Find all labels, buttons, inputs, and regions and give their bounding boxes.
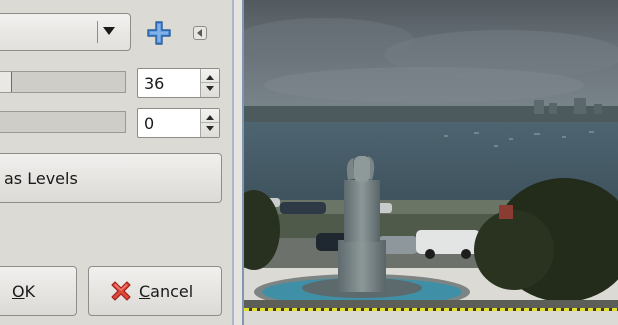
presets-combobox[interactable] [0,13,131,51]
image-preview [244,0,618,312]
spin-field-2-value[interactable]: 0 [144,114,154,133]
spin-down-icon[interactable] [206,86,214,91]
spin-field-2[interactable]: 0 [137,108,220,138]
spin-field-1-value[interactable]: 36 [144,74,164,93]
spin-field-2-buttons[interactable] [200,109,219,137]
spin-up-icon[interactable] [206,75,214,80]
spin-up-icon[interactable] [206,115,214,120]
preview-photo [244,0,618,312]
slider-1-trough[interactable] [0,71,126,93]
spin-field-1-buttons[interactable] [200,69,219,97]
cancel-label: Cancel [139,282,194,301]
ok-label: OK [12,282,36,301]
ok-button[interactable]: OK [0,266,77,316]
levels-dialog-window: 36 0 as Levels OK Cancel [0,0,618,325]
plus-icon[interactable] [146,20,172,46]
combo-separator [97,21,98,43]
spin-field-1[interactable]: 36 [137,68,220,98]
dialog-controls-panel: 36 0 as Levels OK Cancel [0,0,236,325]
edit-as-levels-button[interactable]: as Levels [0,153,222,203]
chevron-down-icon[interactable] [103,27,115,35]
slider-2-trough[interactable] [0,111,126,133]
triangle-left-icon[interactable] [193,26,207,40]
cancel-button[interactable]: Cancel [88,266,222,316]
edit-as-levels-label: as Levels [4,169,78,188]
pane-splitter[interactable] [232,0,244,325]
spin-down-icon[interactable] [206,126,214,131]
preview-bottom-strip [244,311,618,325]
slider-1-handle[interactable] [0,72,12,92]
x-icon [111,281,131,301]
